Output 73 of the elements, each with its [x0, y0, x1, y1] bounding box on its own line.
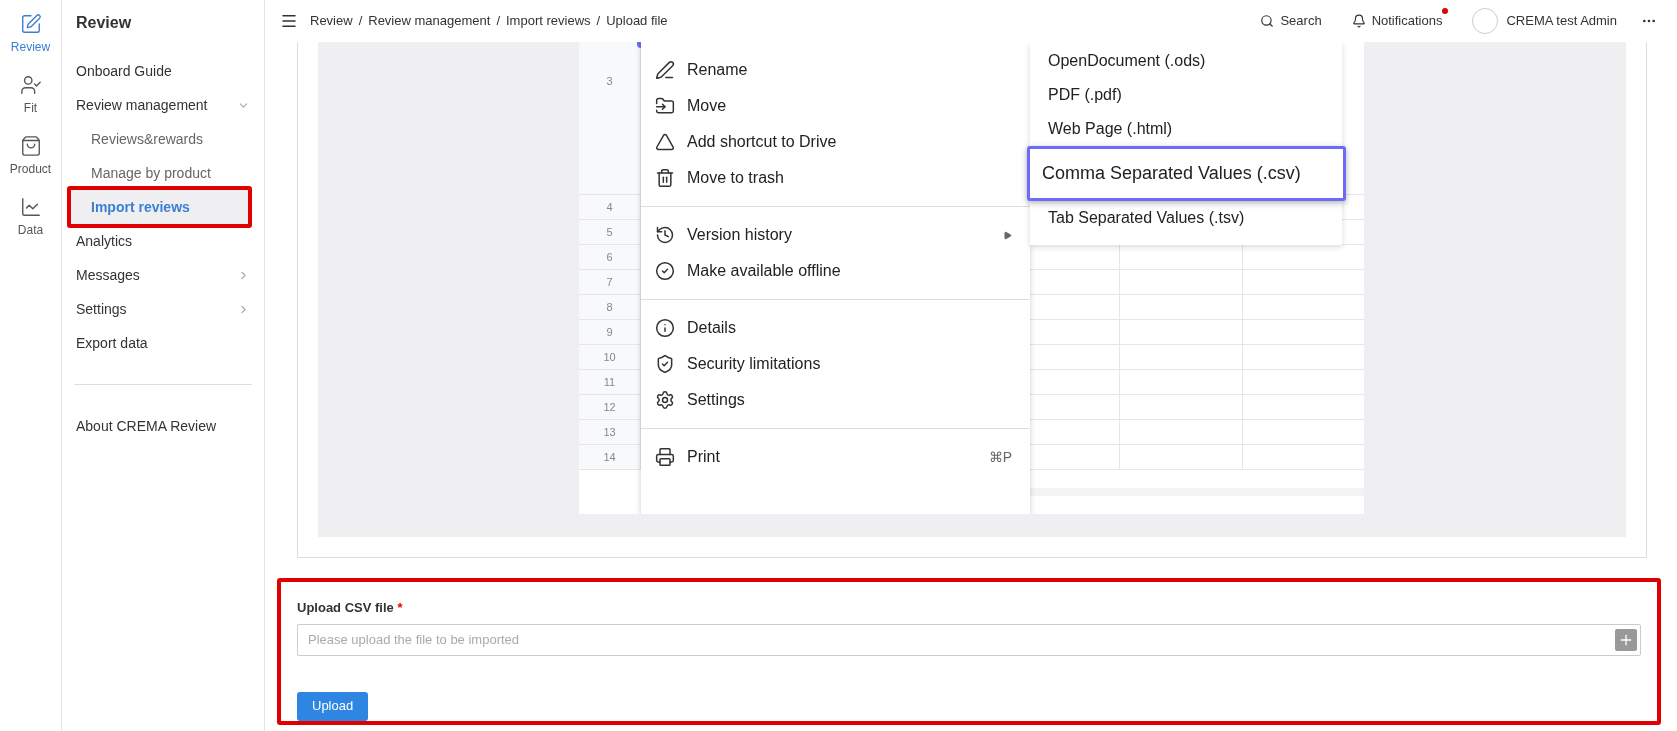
menu-item[interactable]: Tab Separated Values (.tsv): [1030, 201, 1342, 235]
rail-tab[interactable]: Review: [1, 12, 60, 57]
sidebar-item[interactable]: Settings: [62, 292, 264, 326]
sidebar-item[interactable]: Onboard Guide: [62, 54, 264, 88]
sidebar-title: Review: [75, 13, 133, 33]
menu-item[interactable]: Security limitations: [641, 346, 1030, 382]
row-number: 6: [606, 249, 613, 265]
shortcut-label: ⌘P: [988, 447, 1012, 467]
menu-item[interactable]: Move to trash: [641, 160, 1030, 196]
triangle-icon: [655, 132, 675, 152]
search-icon: [1260, 14, 1275, 28]
breadcrumb-separator: /: [358, 12, 363, 31]
menu-item[interactable]: Make available offline: [641, 253, 1030, 289]
sidebar-item[interactable]: Export data: [62, 326, 264, 360]
sidebar-item[interactable]: Import reviews: [71, 190, 248, 224]
pen-square-icon: [19, 13, 42, 35]
check-circle-icon: [655, 261, 675, 281]
history-icon: [655, 225, 675, 245]
folder-arrow-icon: [655, 96, 675, 116]
upload-button[interactable]: Upload: [297, 691, 369, 721]
rail-tab[interactable]: Data: [1, 195, 60, 240]
row-number: 11: [603, 374, 616, 390]
menu-item[interactable]: Version history: [641, 217, 1030, 253]
settings-icon: [655, 390, 675, 410]
pencil-icon: [655, 60, 675, 80]
menu-item[interactable]: OpenDocument (.ods): [1030, 44, 1342, 78]
rail-tab[interactable]: Fit: [1, 73, 60, 118]
field-label: Upload CSV file *: [297, 599, 404, 617]
menu-item[interactable]: Comma Separated Values (.csv): [1027, 146, 1346, 201]
sidebar-item[interactable]: Analytics: [62, 224, 264, 258]
breadcrumb-separator: /: [496, 12, 500, 31]
shopping-bag-icon: [19, 135, 42, 157]
row-number: 4: [606, 199, 613, 215]
row-number: 14: [603, 449, 616, 465]
row-number: 12: [603, 399, 616, 415]
search-button[interactable]: Search: [1260, 11, 1322, 31]
info-icon: [655, 318, 675, 338]
breadcrumb-separator: /: [596, 12, 601, 31]
printer-icon: [655, 447, 675, 467]
row-number: 3: [606, 74, 613, 89]
menu-item[interactable]: Details: [641, 310, 1030, 346]
sidebar-item[interactable]: Messages: [62, 258, 264, 292]
menu-item[interactable]: Rename: [641, 52, 1030, 88]
menu-item[interactable]: PDF (.pdf): [1030, 78, 1342, 112]
menu-item[interactable]: Add shortcut to Drive: [641, 124, 1030, 160]
file-input-field[interactable]: Please upload the file to be imported: [297, 623, 1641, 656]
sidebar-item[interactable]: Manage by product: [62, 156, 264, 190]
rail-tab[interactable]: Product: [1, 134, 60, 179]
shield-icon: [655, 354, 675, 374]
trash-icon: [655, 168, 675, 188]
notifications-button[interactable]: Notifications: [1351, 8, 1449, 34]
row-number: 5: [606, 224, 613, 240]
sidebar-item[interactable]: Review management: [62, 88, 264, 122]
sidebar-item[interactable]: Reviews&rewards: [62, 122, 264, 156]
menu-item[interactable]: Print ⌘P: [641, 439, 1030, 475]
sidebar-item[interactable]: About CREMA Review: [62, 409, 264, 443]
breadcrumb-link[interactable]: Review management: [368, 11, 491, 31]
row-number: 8: [606, 299, 613, 315]
row-number: 13: [603, 424, 616, 440]
user-name: CREMA test Admin: [1506, 12, 1617, 31]
user-check-icon: [19, 74, 42, 96]
menu-icon[interactable]: [280, 12, 298, 30]
menu-item[interactable]: Move: [641, 88, 1030, 124]
row-number: 10: [603, 349, 616, 365]
breadcrumb-link[interactable]: Review: [310, 11, 353, 31]
breadcrumb-link[interactable]: Import reviews: [506, 11, 591, 31]
bell-icon: [1351, 14, 1366, 28]
menu-item[interactable]: Web Page (.html): [1030, 112, 1342, 146]
row-number: 9: [606, 324, 613, 340]
add-icon[interactable]: [1615, 628, 1637, 651]
row-number: 7: [606, 274, 613, 290]
menu-item[interactable]: Settings: [641, 382, 1030, 418]
line-chart-icon: [19, 196, 42, 218]
